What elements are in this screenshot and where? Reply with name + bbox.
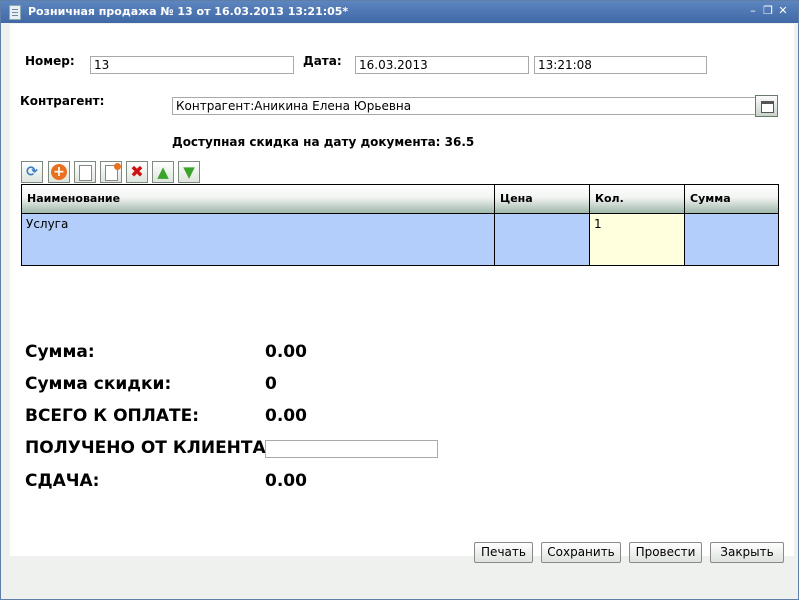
discount-sum-label: Сумма скидки: [25, 374, 172, 394]
change-value: 0.00 [265, 471, 307, 491]
window-title: Розничная продажа № 13 от 16.03.2013 13:… [28, 5, 349, 18]
close-icon[interactable]: ✕ [777, 5, 789, 17]
add-icon: + [51, 163, 67, 181]
calendar-icon [761, 101, 774, 113]
delete-button[interactable]: ✖ [126, 161, 148, 183]
move-up-button[interactable]: ▲ [152, 161, 174, 183]
cell-qty[interactable]: 1 [590, 214, 685, 265]
total-label: ВСЕГО К ОПЛАТЕ: [25, 406, 200, 426]
refresh-icon: ⟳ [26, 164, 38, 180]
number-field[interactable]: 13 [90, 56, 294, 74]
column-header-qty[interactable]: Кол. [590, 185, 685, 213]
add-button[interactable]: + [48, 161, 70, 183]
cell-name[interactable]: Услуга [22, 214, 495, 265]
new-document-icon [77, 163, 93, 181]
close-button[interactable]: Закрыть [710, 542, 784, 563]
copy-document-button[interactable] [100, 161, 122, 183]
table-header: Наименование Цена Кол. Сумма [22, 185, 778, 214]
form-content: Номер: 13 Дата: 16.03.2013 13:21:08 Конт… [10, 24, 794, 556]
move-down-icon: ▼ [183, 163, 195, 181]
minimize-icon[interactable]: – [747, 5, 759, 17]
counterparty-select-button[interactable] [755, 95, 778, 117]
refresh-button[interactable]: ⟳ [21, 161, 43, 183]
document-icon [9, 5, 21, 20]
time-field[interactable]: 13:21:08 [534, 56, 707, 74]
copy-document-icon [103, 163, 121, 181]
change-label: СДАЧА: [25, 471, 100, 491]
sum-label: Сумма: [25, 342, 95, 362]
document-window: Розничная продажа № 13 от 16.03.2013 13:… [0, 0, 799, 600]
items-table: Наименование Цена Кол. Сумма Услуга 1 [21, 184, 779, 266]
total-value: 0.00 [265, 406, 307, 426]
cell-price[interactable] [495, 214, 590, 265]
number-label: Номер: [25, 54, 75, 68]
title-bar[interactable]: Розничная продажа № 13 от 16.03.2013 13:… [1, 1, 798, 23]
discount-info: Доступная скидка на дату документа: 36.5 [172, 135, 475, 149]
post-button[interactable]: Провести [629, 542, 702, 563]
save-button[interactable]: Сохранить [541, 542, 621, 563]
move-down-button[interactable]: ▼ [178, 161, 200, 183]
received-input[interactable] [265, 440, 438, 458]
new-document-button[interactable] [74, 161, 96, 183]
delete-icon: ✖ [130, 162, 144, 181]
date-label: Дата: [303, 54, 342, 68]
print-button[interactable]: Печать [474, 542, 533, 563]
sum-value: 0.00 [265, 342, 307, 362]
column-header-name[interactable]: Наименование [22, 185, 495, 213]
restore-icon[interactable]: ❐ [762, 5, 774, 17]
received-label: ПОЛУЧЕНО ОТ КЛИЕНТА: [25, 438, 273, 458]
discount-sum-value: 0 [265, 374, 277, 394]
move-up-icon: ▲ [157, 163, 169, 181]
column-header-price[interactable]: Цена [495, 185, 590, 213]
date-field[interactable]: 16.03.2013 [355, 56, 529, 74]
counterparty-field[interactable]: Контрагент:Аникина Елена Юрьевна [172, 97, 756, 115]
counterparty-label: Контрагент: [20, 94, 105, 108]
cell-sum[interactable] [685, 214, 778, 265]
column-header-sum[interactable]: Сумма [685, 185, 778, 213]
table-row[interactable]: Услуга 1 [22, 214, 778, 265]
